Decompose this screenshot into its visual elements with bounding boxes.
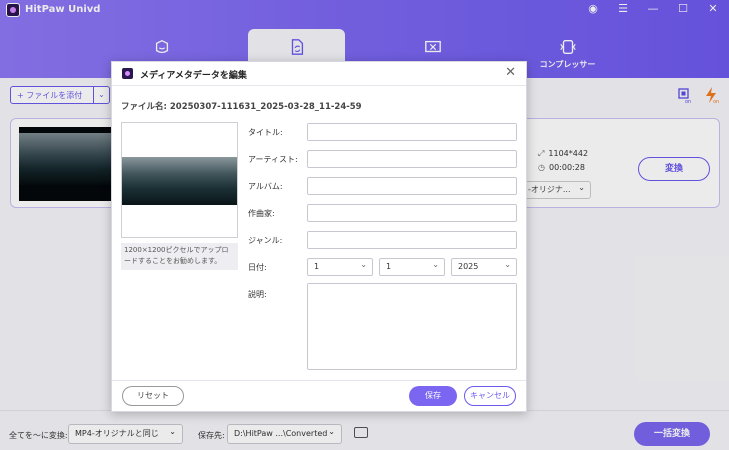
title-input[interactable] xyxy=(307,123,517,141)
artist-label: アーティスト: xyxy=(248,155,298,164)
cancel-button[interactable]: キャンセル xyxy=(464,386,516,406)
cover-image xyxy=(122,157,237,205)
title-label: タイトル: xyxy=(248,128,283,137)
app-logo-icon xyxy=(121,67,134,80)
genre-input[interactable] xyxy=(307,231,517,249)
composer-label: 作曲家: xyxy=(248,209,275,218)
dialog-divider xyxy=(112,380,526,381)
save-button[interactable]: 保存 xyxy=(409,386,457,406)
dialog-title: メディアメタデータを編集 xyxy=(140,71,247,81)
month-select[interactable]: 1 xyxy=(307,257,373,276)
album-label: アルバム: xyxy=(248,182,283,191)
cover-preview[interactable] xyxy=(121,122,238,238)
metadata-dialog: メディアメタデータを編集 ✕ ファイル名: 20250307-111631_20… xyxy=(111,61,527,412)
album-input[interactable] xyxy=(307,177,517,195)
description-label: 説明: xyxy=(248,290,267,299)
cover-hint: 1200×1200ピクセルでアップロードすることをお勧めします。 xyxy=(121,243,238,270)
dialog-header: メディアメタデータを編集 ✕ xyxy=(112,62,526,86)
date-label: 日付: xyxy=(248,263,267,272)
day-select[interactable]: 1 xyxy=(379,257,445,276)
reset-button[interactable]: リセット xyxy=(122,386,184,406)
artist-input[interactable] xyxy=(307,150,517,168)
description-textarea[interactable] xyxy=(307,283,517,370)
genre-label: ジャンル: xyxy=(248,236,283,245)
year-select[interactable]: 2025 xyxy=(451,257,517,276)
composer-input[interactable] xyxy=(307,204,517,222)
close-icon[interactable]: ✕ xyxy=(505,65,516,80)
file-name: ファイル名: 20250307-111631_2025-03-28_11-24-… xyxy=(121,102,362,112)
